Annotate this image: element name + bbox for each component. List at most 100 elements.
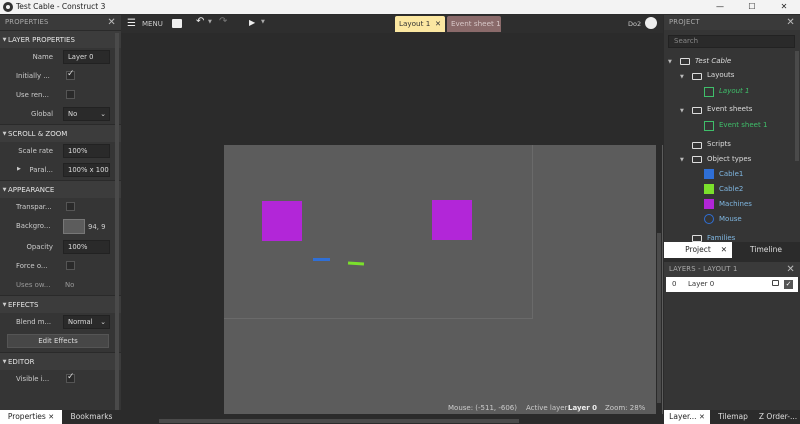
play-dropdown-icon[interactable]: ▼ bbox=[261, 19, 265, 25]
project-scrollbar[interactable] bbox=[795, 51, 799, 161]
prop-label: Visible i... bbox=[16, 375, 50, 383]
edit-effects-row: Edit Effects bbox=[0, 332, 121, 352]
prop-label: Scale rate bbox=[18, 147, 53, 155]
active-layer-value: Layer 0 bbox=[568, 404, 598, 412]
machines-instance-2[interactable] bbox=[432, 200, 472, 240]
blend-mode-value: Normal bbox=[68, 318, 93, 326]
tab-event-sheet-1[interactable]: Event sheet 1 bbox=[447, 16, 501, 32]
tab-properties[interactable]: Properties ✕ bbox=[0, 410, 62, 424]
force-checkbox[interactable] bbox=[66, 261, 75, 270]
tree-scripts-folder[interactable]: Scripts bbox=[707, 140, 731, 148]
visible-checkbox[interactable] bbox=[66, 372, 75, 383]
section-appearance[interactable]: ▼ APPEARANCE bbox=[0, 180, 121, 198]
properties-title: PROPERTIES bbox=[5, 18, 49, 26]
event-sheet-icon bbox=[704, 121, 714, 131]
tab-bookmarks[interactable]: Bookmarks bbox=[62, 410, 121, 424]
machines-instance-1[interactable] bbox=[262, 201, 302, 241]
visibility-checkbox[interactable]: ✓ bbox=[784, 280, 793, 289]
layout-area[interactable] bbox=[224, 145, 663, 414]
edit-effects-button[interactable]: Edit Effects bbox=[7, 334, 109, 348]
uses-own-value: No bbox=[65, 281, 75, 289]
close-tab-icon[interactable]: ✕ bbox=[48, 413, 54, 421]
close-tab-icon[interactable]: ✕ bbox=[435, 16, 441, 32]
prop-label: Name bbox=[32, 53, 53, 61]
parallax-input[interactable]: 100% x 100 bbox=[63, 163, 110, 177]
play-icon[interactable]: ▶ bbox=[249, 18, 255, 27]
undo-icon[interactable]: ↶ bbox=[196, 16, 204, 27]
tree-event-sheet-1[interactable]: Event sheet 1 bbox=[719, 121, 767, 129]
undo-dropdown-icon[interactable]: ▼ bbox=[208, 19, 212, 25]
blend-mode-select[interactable]: Normal ⌄ bbox=[63, 315, 110, 329]
prop-initially: Initially ... bbox=[0, 67, 121, 86]
canvas-vscrollbar-track bbox=[656, 33, 662, 418]
layers-panel: LAYERS - LAYOUT 1 ✕ 0 Layer 0 ✓ bbox=[664, 262, 800, 410]
project-title: PROJECT bbox=[669, 18, 700, 26]
expand-arrow-icon[interactable]: ▶ bbox=[17, 166, 21, 172]
cable1-instance[interactable] bbox=[313, 258, 330, 261]
opacity-input[interactable]: 100% bbox=[63, 240, 110, 254]
close-layers-icon[interactable]: ✕ bbox=[786, 262, 795, 277]
layer-name: Layer 0 bbox=[688, 280, 715, 288]
scale-rate-input[interactable]: 100% bbox=[63, 144, 110, 158]
project-tabs: Project ✕ Timeline bbox=[664, 242, 800, 258]
prop-uses-own: Uses ow... No bbox=[0, 276, 121, 295]
tree-layout-1[interactable]: Layout 1 bbox=[719, 87, 749, 95]
use-render-checkbox[interactable] bbox=[66, 90, 75, 99]
tree-object-types-folder[interactable]: Object types bbox=[707, 155, 751, 163]
save-icon[interactable] bbox=[172, 19, 182, 28]
section-effects[interactable]: ▼ EFFECTS bbox=[0, 295, 121, 313]
tab-layers[interactable]: Layer... ✕ bbox=[664, 410, 710, 424]
expand-arrow-icon[interactable]: ▼ bbox=[680, 157, 684, 163]
tree-mouse[interactable]: Mouse bbox=[719, 215, 742, 223]
minimize-button[interactable]: — bbox=[704, 0, 736, 14]
close-project-icon[interactable]: ✕ bbox=[786, 15, 795, 30]
expand-arrow-icon[interactable]: ▼ bbox=[680, 108, 684, 114]
canvas-scrollbar[interactable] bbox=[159, 419, 519, 423]
redo-icon[interactable]: ↷ bbox=[219, 16, 227, 27]
maximize-button[interactable]: ☐ bbox=[736, 0, 768, 14]
canvas-vscrollbar[interactable] bbox=[657, 233, 661, 403]
mouse-icon bbox=[704, 214, 714, 224]
properties-scrollbar[interactable] bbox=[115, 33, 119, 410]
folder-icon bbox=[692, 73, 702, 80]
prop-label: Blend m... bbox=[16, 318, 52, 326]
background-color-swatch[interactable] bbox=[63, 219, 85, 234]
name-input[interactable]: Layer 0 bbox=[63, 50, 110, 64]
tab-project[interactable]: Project ✕ bbox=[664, 242, 732, 258]
layer-row[interactable]: 0 Layer 0 ✓ bbox=[666, 277, 798, 292]
global-select[interactable]: No ⌄ bbox=[63, 107, 110, 121]
section-layer-properties[interactable]: ▼ LAYER PROPERTIES bbox=[0, 30, 121, 48]
tab-label: Project bbox=[685, 245, 711, 254]
section-scroll-zoom[interactable]: ▼ SCROLL & ZOOM bbox=[0, 124, 121, 142]
tree-layouts-folder[interactable]: Layouts bbox=[707, 71, 734, 79]
transparent-checkbox[interactable] bbox=[66, 202, 75, 211]
prop-scale-rate: Scale rate 100% bbox=[0, 142, 121, 161]
expand-arrow-icon[interactable]: ▼ bbox=[680, 74, 684, 80]
tree-families-folder[interactable]: Families bbox=[707, 234, 735, 242]
tree-machines[interactable]: Machines bbox=[719, 200, 752, 208]
layers-header: LAYERS - LAYOUT 1 ✕ bbox=[664, 262, 800, 277]
expand-arrow-icon[interactable]: ▼ bbox=[668, 59, 672, 65]
tab-layout-1[interactable]: Layout 1 ✕ bbox=[395, 16, 445, 32]
tab-tilemap[interactable]: Tilemap bbox=[710, 410, 756, 424]
tree-event-sheets-folder[interactable]: Event sheets bbox=[707, 105, 752, 113]
left-panel-tabs: Properties ✕ Bookmarks bbox=[0, 410, 121, 424]
section-editor[interactable]: ▼ EDITOR bbox=[0, 352, 121, 370]
construct-logo-icon bbox=[3, 2, 13, 12]
tab-z-order[interactable]: Z Order-... bbox=[756, 410, 800, 424]
tab-timeline[interactable]: Timeline bbox=[732, 242, 800, 258]
initially-checkbox[interactable] bbox=[66, 69, 75, 80]
tree-root[interactable]: Test Cable bbox=[695, 57, 731, 65]
global-value: No bbox=[68, 110, 78, 118]
close-properties-icon[interactable]: ✕ bbox=[107, 15, 116, 30]
tree-cable2[interactable]: Cable2 bbox=[719, 185, 743, 193]
hamburger-menu-icon[interactable]: ☰ bbox=[127, 18, 136, 29]
close-tab-icon[interactable]: ✕ bbox=[699, 413, 705, 421]
user-avatar[interactable] bbox=[645, 17, 657, 29]
project-search-input[interactable]: Search bbox=[668, 35, 795, 48]
close-tab-icon[interactable]: ✕ bbox=[721, 242, 727, 258]
menu-button[interactable]: MENU bbox=[142, 20, 163, 28]
lock-icon[interactable] bbox=[772, 280, 779, 286]
tree-cable1[interactable]: Cable1 bbox=[719, 170, 743, 178]
close-window-button[interactable]: ✕ bbox=[768, 0, 800, 14]
